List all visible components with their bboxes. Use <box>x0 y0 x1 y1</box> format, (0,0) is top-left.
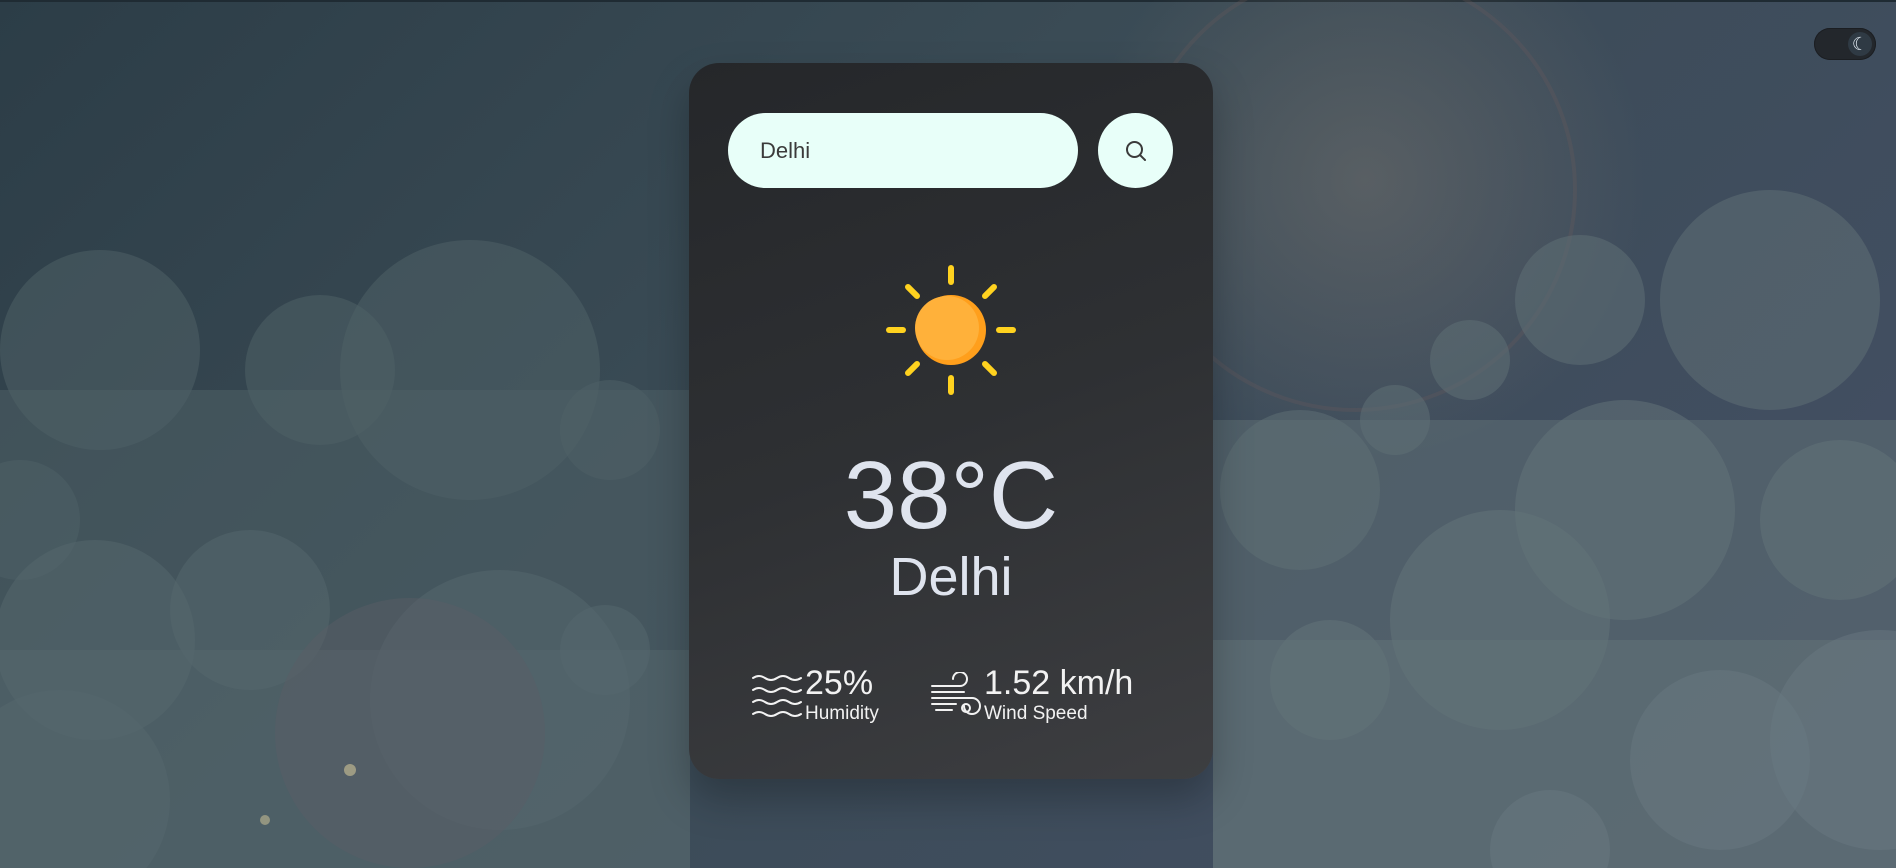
wind-speed-value: 1.52 km/h <box>984 664 1134 702</box>
moon-icon: ☾ <box>1848 32 1872 56</box>
humidity-value: 25% <box>805 664 874 702</box>
search-icon <box>1126 141 1146 161</box>
search-button[interactable] <box>1098 113 1173 188</box>
wind-icon <box>931 672 981 715</box>
theme-toggle[interactable]: ☾ <box>1814 28 1876 60</box>
wind-speed-label: Wind Speed <box>984 703 1088 724</box>
sun-icon <box>886 265 1016 395</box>
city-name: Delhi <box>889 547 1013 607</box>
weather-card: 38°C Delhi 25% Humidity 1.52 km/h <box>689 63 1213 779</box>
city-search-input[interactable] <box>728 113 1078 188</box>
humidity-label: Humidity <box>805 703 879 724</box>
humidity-waves-icon <box>752 675 802 717</box>
temperature: 38°C <box>843 442 1059 549</box>
